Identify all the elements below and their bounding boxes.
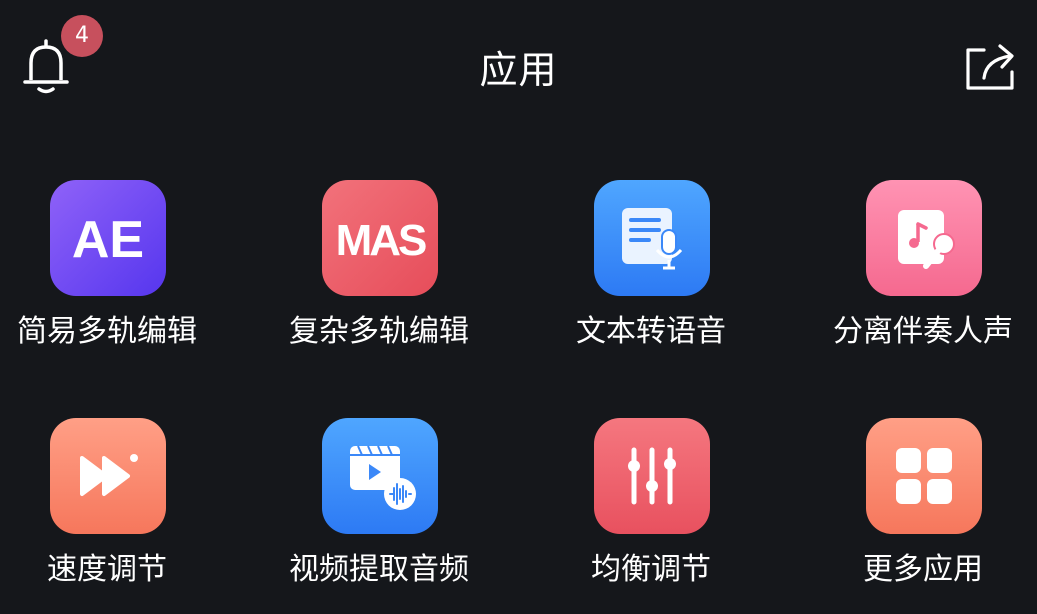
- page-title: 应用: [479, 48, 558, 92]
- fast-forward-icon: [50, 418, 166, 534]
- app-label: 更多应用: [863, 552, 983, 587]
- app-complex-multitrack[interactable]: MAS 复杂多轨编辑: [264, 180, 494, 380]
- notification-badge: 4: [61, 15, 103, 57]
- app-label: 视频提取音频: [289, 552, 469, 587]
- app-video-extract-audio[interactable]: 视频提取音频: [264, 418, 494, 614]
- app-vocal-separation[interactable]: 分离伴奏人声: [808, 180, 1037, 380]
- app-label: 简易多轨编辑: [17, 314, 197, 349]
- share-icon: [966, 44, 1014, 90]
- svg-text:AE: AE: [72, 211, 144, 269]
- more-apps-icon: [866, 418, 982, 534]
- app-equalizer[interactable]: 均衡调节: [536, 418, 766, 614]
- share-button[interactable]: [962, 42, 1018, 94]
- karaoke-icon: [866, 180, 982, 296]
- app-more[interactable]: 更多应用: [808, 418, 1037, 614]
- video-audio-icon: [322, 418, 438, 534]
- text-to-speech-icon: [594, 180, 710, 296]
- app-label: 分离伴奏人声: [833, 314, 1013, 349]
- equalizer-icon: [594, 418, 710, 534]
- mas-logo-icon: MAS: [322, 180, 438, 296]
- app-simple-multitrack[interactable]: AE 简易多轨编辑: [0, 180, 222, 380]
- app-label: 速度调节: [47, 552, 167, 587]
- app-label: 复杂多轨编辑: [289, 314, 469, 349]
- ae-logo-icon: AE: [50, 180, 166, 296]
- app-label: 文本转语音: [576, 314, 726, 349]
- app-speed-adjust[interactable]: 速度调节: [0, 418, 222, 614]
- app-label: 均衡调节: [591, 552, 711, 587]
- app-screen: 4 应用 AE 简易多轨编辑 MAS 复杂多轨编辑 文本转语音 分离伴奏人声 速…: [0, 0, 1037, 614]
- app-text-to-speech[interactable]: 文本转语音: [536, 180, 766, 380]
- svg-text:MAS: MAS: [336, 216, 426, 265]
- header: 4 应用: [0, 0, 1037, 140]
